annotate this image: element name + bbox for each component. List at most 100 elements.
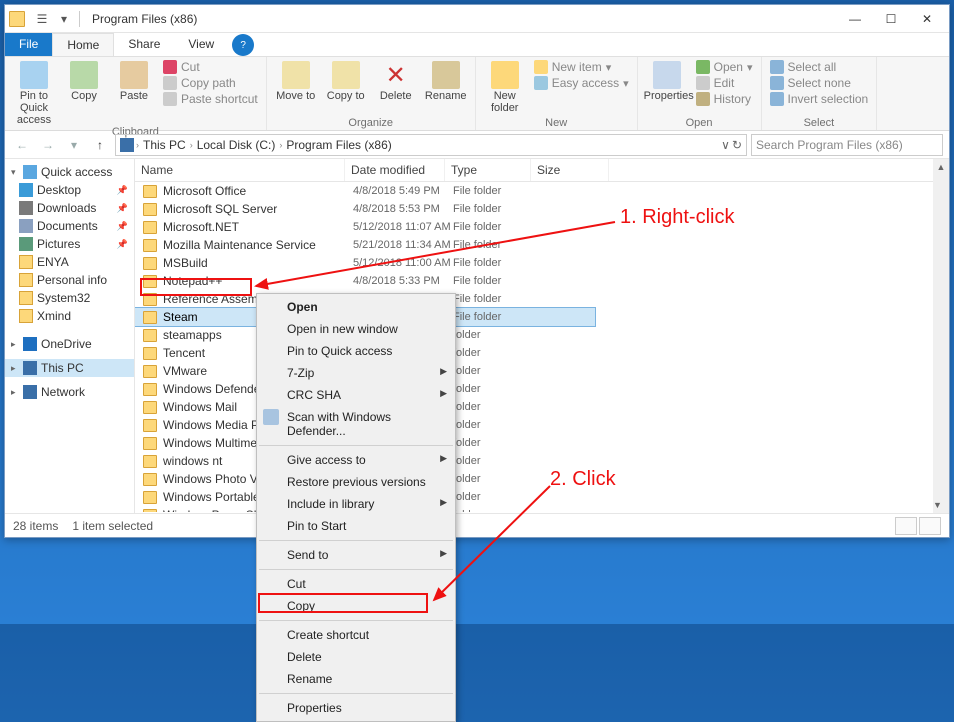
move-to-button[interactable]: Move to xyxy=(273,59,319,102)
column-headers[interactable]: Name Date modified Type Size xyxy=(135,159,949,182)
submenu-arrow-icon: ▶ xyxy=(440,388,447,399)
tab-share[interactable]: Share xyxy=(114,33,174,56)
col-size: Size xyxy=(531,159,609,181)
folder-icon xyxy=(143,185,157,198)
context-create-shortcut[interactable]: Create shortcut xyxy=(257,624,455,646)
sidebar-pictures[interactable]: Pictures📌 xyxy=(5,235,134,253)
addr-dropdown-icon[interactable]: ∨ xyxy=(721,138,730,152)
rename-button[interactable]: Rename xyxy=(423,59,469,102)
desktop-icon xyxy=(19,183,33,197)
refresh-icon[interactable]: ↻ xyxy=(732,138,742,152)
view-details-button[interactable] xyxy=(895,517,917,535)
close-button[interactable]: ✕ xyxy=(909,5,945,33)
easy-access-button[interactable]: Easy access ▾ xyxy=(532,75,631,91)
sidebar-system32[interactable]: System32 xyxy=(5,289,134,307)
paste-button[interactable]: Paste xyxy=(111,59,157,126)
delete-button[interactable]: ✕Delete xyxy=(373,59,419,102)
qa-save-icon[interactable]: ☰ xyxy=(33,10,51,28)
tab-view[interactable]: View xyxy=(174,33,228,56)
tab-file[interactable]: File xyxy=(5,33,52,56)
submenu-arrow-icon: ▶ xyxy=(440,366,447,377)
sidebar: ▾Quick access Desktop📌 Downloads📌 Docume… xyxy=(5,159,135,513)
pin-quick-access-button[interactable]: Pin to Quick access xyxy=(11,59,57,126)
sidebar-personal[interactable]: Personal info xyxy=(5,271,134,289)
new-item-button[interactable]: New item ▾ xyxy=(532,59,631,75)
context-send-to[interactable]: Send to▶ xyxy=(257,544,455,566)
menubar: File Home Share View ? xyxy=(5,33,949,57)
minimize-button[interactable]: — xyxy=(837,5,873,33)
context-give-access-to[interactable]: Give access to▶ xyxy=(257,449,455,471)
col-date: Date modified xyxy=(345,159,445,181)
context-properties[interactable]: Properties xyxy=(257,697,455,719)
submenu-arrow-icon: ▶ xyxy=(440,548,447,559)
context-restore-previous-versions[interactable]: Restore previous versions xyxy=(257,471,455,493)
tab-home[interactable]: Home xyxy=(52,33,114,56)
submenu-arrow-icon: ▶ xyxy=(440,497,447,508)
folder-icon xyxy=(143,293,157,306)
scroll-up-icon[interactable]: ▲ xyxy=(933,159,949,175)
file-row[interactable]: Microsoft Office4/8/2018 5:49 PMFile fol… xyxy=(135,182,949,200)
downloads-icon xyxy=(19,201,33,215)
properties-button[interactable]: Properties xyxy=(644,59,690,107)
select-all-button[interactable]: Select all xyxy=(768,59,871,75)
file-row[interactable]: Microsoft SQL Server4/8/2018 5:53 PMFile… xyxy=(135,200,949,218)
nav-forward-button[interactable]: → xyxy=(37,134,59,156)
paste-shortcut-button[interactable]: Paste shortcut xyxy=(161,91,260,107)
file-row[interactable]: Mozilla Maintenance Service5/21/2018 11:… xyxy=(135,236,949,254)
sidebar-onedrive[interactable]: ▸OneDrive xyxy=(5,335,134,353)
sidebar-downloads[interactable]: Downloads📌 xyxy=(5,199,134,217)
sidebar-this-pc[interactable]: ▸This PC xyxy=(5,359,134,377)
star-icon xyxy=(23,165,37,179)
help-icon[interactable]: ? xyxy=(232,34,254,56)
context-rename[interactable]: Rename xyxy=(257,668,455,690)
history-button[interactable]: History xyxy=(694,91,755,107)
new-folder-button[interactable]: New folder xyxy=(482,59,528,114)
sidebar-network[interactable]: ▸Network xyxy=(5,383,134,401)
ribbon: Pin to Quick access Copy Paste Cut Copy … xyxy=(5,57,949,131)
sidebar-xmind[interactable]: Xmind xyxy=(5,307,134,325)
col-type: Type xyxy=(445,159,531,181)
context-7-zip[interactable]: 7-Zip▶ xyxy=(257,362,455,384)
file-row[interactable]: MSBuild5/12/2018 11:00 AMFile folder xyxy=(135,254,949,272)
nav-up-button[interactable]: ↑ xyxy=(89,134,111,156)
context-scan-with-windows-defender-[interactable]: Scan with Windows Defender... xyxy=(257,406,455,442)
scrollbar[interactable]: ▲ ▼ xyxy=(933,159,949,513)
copy-to-button[interactable]: Copy to xyxy=(323,59,369,102)
nav-back-button[interactable]: ← xyxy=(11,134,33,156)
context-pin-to-start[interactable]: Pin to Start xyxy=(257,515,455,537)
edit-button[interactable]: Edit xyxy=(694,75,755,91)
sidebar-documents[interactable]: Documents📌 xyxy=(5,217,134,235)
copy-path-button[interactable]: Copy path xyxy=(161,75,260,91)
copy-button[interactable]: Copy xyxy=(61,59,107,126)
search-input[interactable]: Search Program Files (x86) xyxy=(751,134,943,156)
cut-button[interactable]: Cut xyxy=(161,59,260,75)
sidebar-quick-access[interactable]: ▾Quick access xyxy=(5,163,134,181)
sidebar-enya[interactable]: ENYA xyxy=(5,253,134,271)
nav-recent-button[interactable]: ▾ xyxy=(63,134,85,156)
view-icons-button[interactable] xyxy=(919,517,941,535)
open-button[interactable]: Open ▾ xyxy=(694,59,755,75)
invert-selection-button[interactable]: Invert selection xyxy=(768,91,871,107)
context-delete[interactable]: Delete xyxy=(257,646,455,668)
context-pin-to-quick-access[interactable]: Pin to Quick access xyxy=(257,340,455,362)
context-cut[interactable]: Cut xyxy=(257,573,455,595)
pin-icon: 📌 xyxy=(117,185,128,196)
breadcrumb[interactable]: ›This PC ›Local Disk (C:) ›Program Files… xyxy=(115,134,747,156)
context-open-in-new-window[interactable]: Open in new window xyxy=(257,318,455,340)
file-row[interactable]: Microsoft.NET5/12/2018 11:07 AMFile fold… xyxy=(135,218,949,236)
maximize-button[interactable]: ☐ xyxy=(873,5,909,33)
context-copy[interactable]: Copy xyxy=(257,595,455,617)
folder-icon xyxy=(19,291,33,305)
network-icon xyxy=(23,385,37,399)
context-open[interactable]: Open xyxy=(257,296,455,318)
pc-icon xyxy=(120,138,134,152)
sidebar-desktop[interactable]: Desktop📌 xyxy=(5,181,134,199)
documents-icon xyxy=(19,219,33,233)
qa-dropdown-icon[interactable]: ▾ xyxy=(55,10,73,28)
select-none-button[interactable]: Select none xyxy=(768,75,871,91)
context-include-in-library[interactable]: Include in library▶ xyxy=(257,493,455,515)
context-crc-sha[interactable]: CRC SHA▶ xyxy=(257,384,455,406)
col-name: Name xyxy=(135,159,345,181)
file-row[interactable]: Notepad++4/8/2018 5:33 PMFile folder xyxy=(135,272,949,290)
scroll-down-icon[interactable]: ▼ xyxy=(933,497,942,513)
